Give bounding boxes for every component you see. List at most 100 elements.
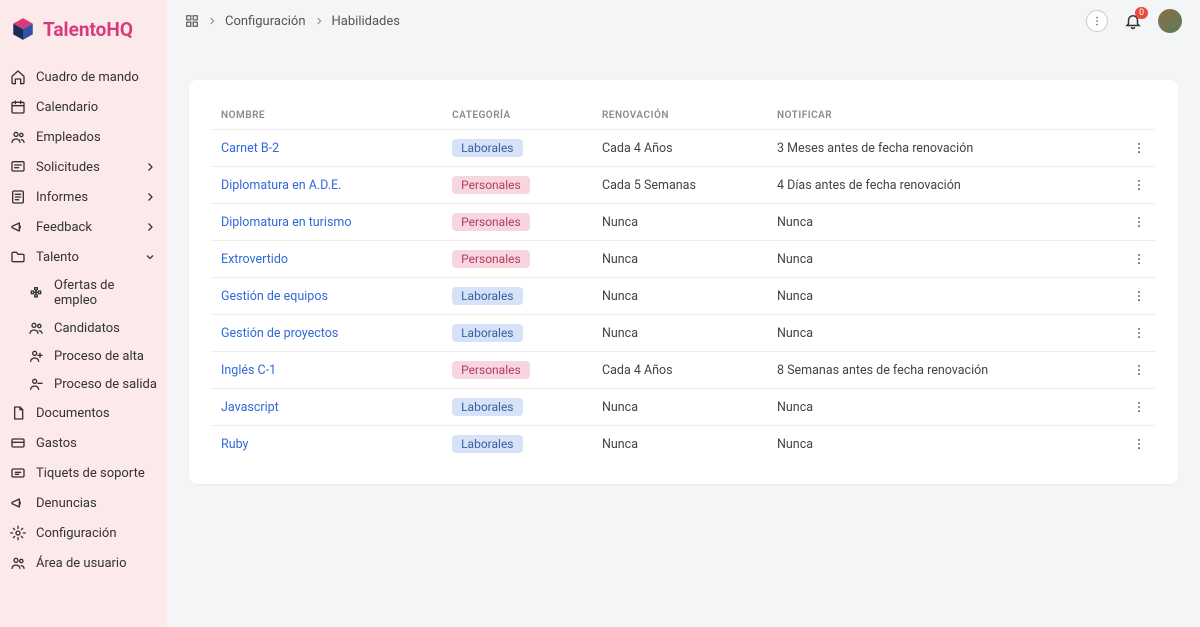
sidebar-item-configuración[interactable]: Configuración	[0, 518, 167, 548]
sidebar-item-informes[interactable]: Informes	[0, 182, 167, 212]
category-chip: Personales	[452, 250, 530, 268]
skill-link[interactable]: Gestión de proyectos	[221, 326, 338, 341]
sidebar-item-label: Proceso de alta	[54, 349, 144, 364]
notify-cell: Nunca	[767, 241, 1122, 278]
category-chip: Laborales	[452, 398, 522, 416]
notify-cell: 4 Días antes de fecha renovación	[767, 167, 1122, 204]
notify-cell: Nunca	[767, 389, 1122, 426]
skill-link[interactable]: Ruby	[221, 437, 248, 452]
col-notificar: NOTIFICAR	[767, 102, 1122, 130]
row-actions-button[interactable]	[1122, 315, 1156, 352]
sidebar-subitem-ofertas-de-empleo[interactable]: Ofertas de empleo	[0, 272, 167, 314]
avatar[interactable]	[1158, 9, 1182, 33]
users-icon	[28, 320, 44, 336]
breadcrumb-config[interactable]: Configuración	[225, 14, 306, 29]
skill-link[interactable]: Diplomatura en A.D.E.	[221, 178, 341, 193]
sidebar-item-label: Proceso de salida	[54, 377, 157, 392]
skill-link[interactable]: Gestión de equipos	[221, 289, 328, 304]
skill-link[interactable]: Extrovertido	[221, 252, 288, 267]
sidebar-subitem-candidatos[interactable]: Candidatos	[0, 314, 167, 342]
notify-cell: Nunca	[767, 204, 1122, 241]
sidebar-item-solicitudes[interactable]: Solicitudes	[0, 152, 167, 182]
sidebar-item-denuncias[interactable]: Denuncias	[0, 488, 167, 518]
category-chip: Laborales	[452, 139, 522, 157]
table-row: Gestión de equipos Laborales Nunca Nunca	[211, 278, 1156, 315]
renew-cell: Cada 5 Semanas	[592, 167, 767, 204]
table-row: Diplomatura en A.D.E. Personales Cada 5 …	[211, 167, 1156, 204]
gear-icon	[10, 525, 26, 541]
sidebar-item-label: Denuncias	[36, 496, 97, 511]
megaphone-icon	[10, 495, 26, 511]
category-chip: Laborales	[452, 324, 522, 342]
report-icon	[10, 189, 26, 205]
sidebar-item-label: Tiquets de soporte	[36, 466, 145, 481]
sidebar-item-gastos[interactable]: Gastos	[0, 428, 167, 458]
logo-cube-icon	[10, 16, 36, 42]
sidebar-item-label: Área de usuario	[36, 556, 127, 571]
row-actions-button[interactable]	[1122, 204, 1156, 241]
row-actions-button[interactable]	[1122, 278, 1156, 315]
row-actions-button[interactable]	[1122, 241, 1156, 278]
home-icon	[10, 69, 26, 85]
puzzle-icon	[28, 285, 44, 301]
row-actions-button[interactable]	[1122, 352, 1156, 389]
more-menu-button[interactable]	[1086, 10, 1108, 32]
row-actions-button[interactable]	[1122, 130, 1156, 167]
category-chip: Personales	[452, 361, 530, 379]
sidebar-item-label: Informes	[36, 190, 88, 205]
renew-cell: Cada 4 Años	[592, 130, 767, 167]
col-nombre: NOMBRE	[211, 102, 442, 130]
sidebar-item-cuadro-de-mando[interactable]: Cuadro de mando	[0, 62, 167, 92]
col-categoria: CATEGORÍA	[442, 102, 592, 130]
chevron-right-icon	[207, 16, 217, 26]
category-chip: Personales	[452, 213, 530, 231]
sidebar-item-feedback[interactable]: Feedback	[0, 212, 167, 242]
sidebar-item-talento[interactable]: Talento	[0, 242, 167, 272]
skill-link[interactable]: Javascript	[221, 400, 279, 415]
table-row: Ruby Laborales Nunca Nunca	[211, 426, 1156, 463]
table-row: Inglés C-1 Personales Cada 4 Años 8 Sema…	[211, 352, 1156, 389]
sidebar-item-área-de-usuario[interactable]: Área de usuario	[0, 548, 167, 578]
sidebar-item-label: Configuración	[36, 526, 117, 541]
sidebar-subitem-proceso-de-salida[interactable]: Proceso de salida	[0, 370, 167, 398]
sidebar-item-label: Documentos	[36, 406, 110, 421]
chevron-right-icon	[314, 16, 324, 26]
renew-cell: Nunca	[592, 315, 767, 352]
sidebar-item-empleados[interactable]: Empleados	[0, 122, 167, 152]
chevron-right-icon	[143, 160, 157, 174]
renew-cell: Nunca	[592, 278, 767, 315]
chevron-down-icon	[143, 250, 157, 264]
grid-icon[interactable]	[185, 14, 199, 28]
category-chip: Laborales	[452, 287, 522, 305]
sidebar-item-tiquets-de-soporte[interactable]: Tiquets de soporte	[0, 458, 167, 488]
sidebar-item-documentos[interactable]: Documentos	[0, 398, 167, 428]
chevron-right-icon	[143, 220, 157, 234]
row-actions-button[interactable]	[1122, 426, 1156, 463]
sidebar-item-label: Solicitudes	[36, 160, 100, 175]
renew-cell: Nunca	[592, 241, 767, 278]
breadcrumb-habilidades[interactable]: Habilidades	[332, 14, 400, 29]
skill-link[interactable]: Carnet B-2	[221, 141, 279, 156]
skill-link[interactable]: Diplomatura en turismo	[221, 215, 352, 230]
sidebar-item-calendario[interactable]: Calendario	[0, 92, 167, 122]
sidebar-item-label: Ofertas de empleo	[54, 278, 157, 308]
skill-link[interactable]: Inglés C-1	[221, 363, 276, 378]
table-row: Carnet B-2 Laborales Cada 4 Años 3 Meses…	[211, 130, 1156, 167]
logo[interactable]: TalentoHQ	[0, 10, 167, 62]
sidebar-item-label: Talento	[36, 250, 79, 265]
table-row: Extrovertido Personales Nunca Nunca	[211, 241, 1156, 278]
sidebar-subitem-proceso-de-alta[interactable]: Proceso de alta	[0, 342, 167, 370]
category-chip: Personales	[452, 176, 530, 194]
renew-cell: Nunca	[592, 426, 767, 463]
sidebar-item-label: Feedback	[36, 220, 92, 235]
notifications-button[interactable]: 0	[1124, 12, 1142, 30]
table-row: Javascript Laborales Nunca Nunca	[211, 389, 1156, 426]
row-actions-button[interactable]	[1122, 389, 1156, 426]
user-minus-icon	[28, 376, 44, 392]
main: Configuración Habilidades 0 NOMBRE	[167, 0, 1200, 627]
sidebar-item-label: Empleados	[36, 130, 101, 145]
table-row: Gestión de proyectos Laborales Nunca Nun…	[211, 315, 1156, 352]
nav-main: Cuadro de mando Calendario Empleados Sol…	[0, 62, 167, 272]
renew-cell: Nunca	[592, 204, 767, 241]
row-actions-button[interactable]	[1122, 167, 1156, 204]
